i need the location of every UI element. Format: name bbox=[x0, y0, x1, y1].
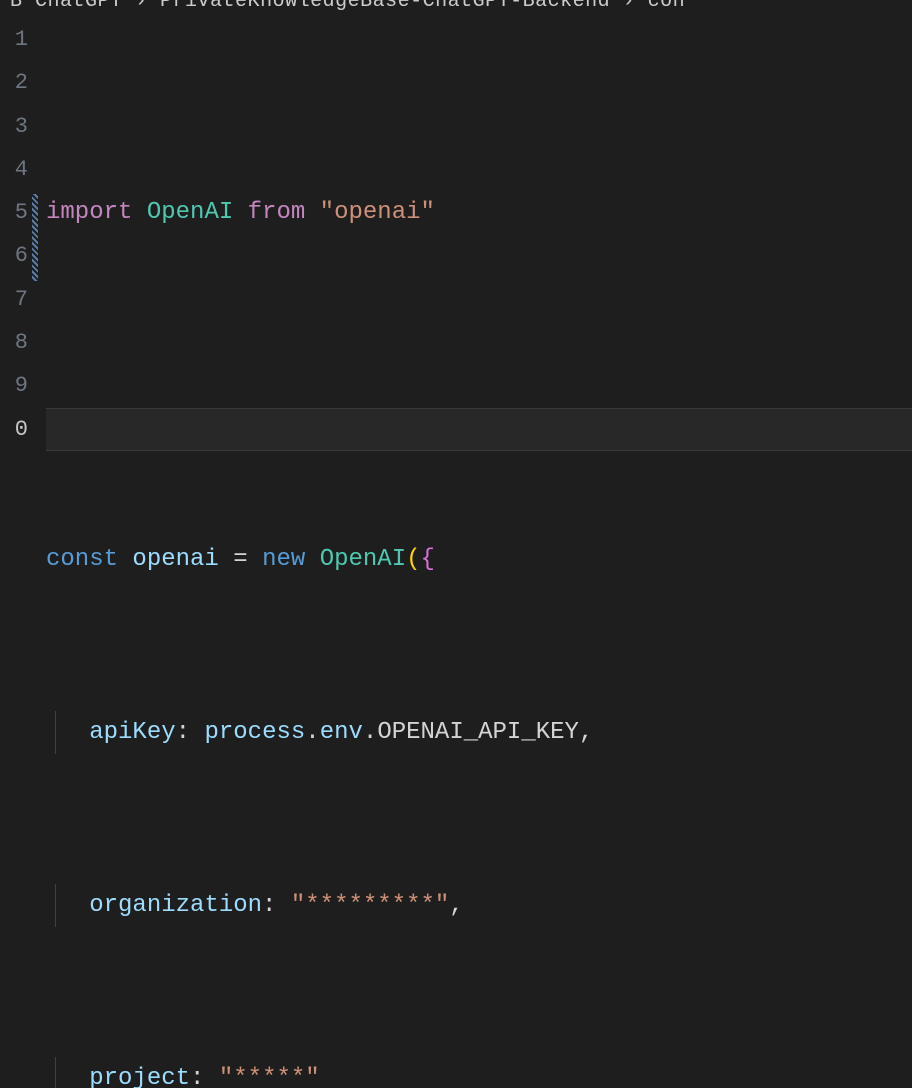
string-quote: " bbox=[291, 892, 305, 919]
active-line-highlight bbox=[46, 408, 912, 451]
breadcrumb-seg[interactable]: PrivateKnowledgeBase-ChatGPT-Backend bbox=[160, 0, 610, 13]
paren-open: ( bbox=[406, 546, 420, 573]
comma: , bbox=[579, 719, 593, 746]
colon: : bbox=[262, 892, 291, 919]
string-literal: ********* bbox=[305, 892, 435, 919]
brace-open: { bbox=[421, 546, 435, 573]
indent-guide bbox=[55, 884, 56, 927]
string-quote: " bbox=[435, 892, 449, 919]
line-number[interactable]: 4 bbox=[0, 148, 28, 191]
colon: : bbox=[176, 719, 205, 746]
line-number[interactable]: 9 bbox=[0, 364, 28, 407]
code-line[interactable]: import OpenAI from "openai" bbox=[46, 191, 912, 234]
indent-guide bbox=[55, 1057, 56, 1088]
property-key: apiKey bbox=[89, 719, 175, 746]
code-editor[interactable]: 1 2 3 4 5 6 7 8 9 0 import OpenAI from "… bbox=[0, 18, 912, 1088]
code-line[interactable]: project: "*****" bbox=[46, 1057, 912, 1088]
line-number[interactable]: 1 bbox=[0, 18, 28, 61]
keyword-new: new bbox=[262, 546, 305, 573]
indent-guide bbox=[55, 711, 56, 754]
breadcrumb-seg[interactable]: B ChatGPT bbox=[10, 0, 123, 13]
line-number[interactable]: 3 bbox=[0, 105, 28, 148]
property-key: project bbox=[89, 1065, 190, 1088]
string-quote: " bbox=[219, 1065, 233, 1088]
keyword-const: const bbox=[46, 546, 118, 573]
string-quote: " bbox=[421, 199, 435, 226]
identifier: process bbox=[204, 719, 305, 746]
property-key: organization bbox=[89, 892, 262, 919]
breadcrumb-seg[interactable]: con bbox=[648, 0, 686, 13]
identifier-class: OpenAI bbox=[320, 546, 406, 573]
breadcrumb-sep: › bbox=[123, 0, 161, 13]
keyword-import: import bbox=[46, 199, 132, 226]
dot: . bbox=[305, 719, 319, 746]
line-number[interactable]: 7 bbox=[0, 278, 28, 321]
string-quote: " bbox=[305, 1065, 319, 1088]
identifier-var: openai bbox=[132, 546, 218, 573]
string-literal: ***** bbox=[233, 1065, 305, 1088]
line-number[interactable]: 5 bbox=[0, 191, 28, 234]
line-number-gutter[interactable]: 1 2 3 4 5 6 7 8 9 0 bbox=[0, 18, 46, 1088]
breadcrumb-sep: › bbox=[610, 0, 648, 13]
identifier-class: OpenAI bbox=[147, 199, 233, 226]
operator-assign: = bbox=[219, 546, 262, 573]
scm-modified-indicator bbox=[32, 194, 38, 281]
keyword-from: from bbox=[248, 199, 306, 226]
line-number[interactable]: 6 bbox=[0, 234, 28, 277]
colon: : bbox=[190, 1065, 219, 1088]
code-line[interactable]: apiKey: process.env.OPENAI_API_KEY, bbox=[46, 711, 912, 754]
string-quote: " bbox=[320, 199, 334, 226]
code-area[interactable]: import OpenAI from "openai" const openai… bbox=[46, 18, 912, 1088]
identifier: OPENAI_API_KEY bbox=[377, 719, 579, 746]
code-line[interactable]: organization: "*********", bbox=[46, 884, 912, 927]
code-line[interactable] bbox=[46, 364, 912, 407]
breadcrumb[interactable]: B ChatGPT › PrivateKnowledgeBase-ChatGPT… bbox=[0, 0, 912, 18]
string-literal: openai bbox=[334, 199, 420, 226]
code-line[interactable]: const openai = new OpenAI({ bbox=[46, 538, 912, 581]
line-number[interactable]: 2 bbox=[0, 61, 28, 104]
line-number[interactable]: 8 bbox=[0, 321, 28, 364]
dot: . bbox=[363, 719, 377, 746]
line-number[interactable]: 0 bbox=[0, 408, 28, 451]
identifier: env bbox=[320, 719, 363, 746]
comma: , bbox=[449, 892, 463, 919]
